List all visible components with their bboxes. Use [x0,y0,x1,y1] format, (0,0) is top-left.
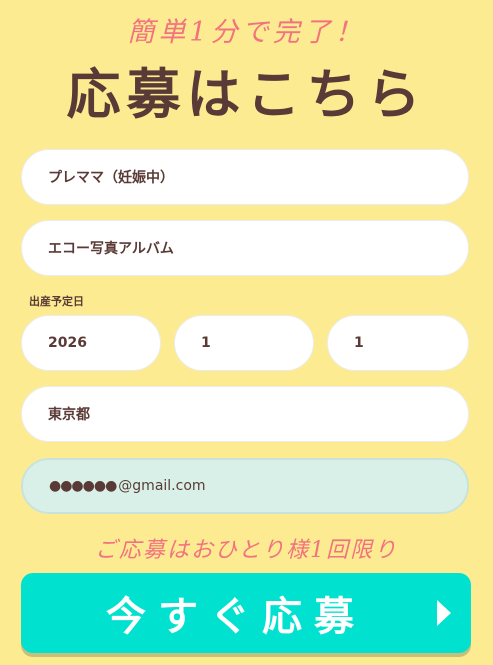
status-select-value: プレママ（妊娠中） [48,170,174,186]
status-select[interactable]: プレママ（妊娠中） [21,149,469,205]
email-mask: ●●●●●● [49,478,117,494]
due-year-value: 2026 [48,335,87,351]
triangle-right-icon [437,600,451,626]
product-select[interactable]: エコー写真アルバム [21,220,469,276]
submit-button-label: 今すぐ応募 [106,594,366,640]
due-month-value: 1 [201,335,211,351]
application-form-page: 簡単1分で完了！ 応募はこちら プレママ（妊娠中） エコー写真アルバム 出産予定… [0,0,493,665]
product-select-value: エコー写真アルバム [48,241,174,257]
email-domain: @gmail.com [118,478,206,494]
due-month-select[interactable]: 1 [174,315,314,371]
due-date-label: 出産予定日 [29,295,84,308]
page-title: 応募はこちら [66,63,427,126]
prefecture-select[interactable]: 東京都 [21,386,469,442]
subheading: 簡単1分で完了！ [127,17,366,48]
due-year-select[interactable]: 2026 [21,315,161,371]
due-day-select[interactable]: 1 [327,315,469,371]
prefecture-select-value: 東京都 [48,407,90,423]
submit-button[interactable]: 今すぐ応募 [21,573,471,653]
limit-note: ご応募はおひとり様1回限り [94,538,399,563]
due-day-value: 1 [354,335,364,351]
email-field[interactable]: ●●●●●● @gmail.com [21,458,469,514]
